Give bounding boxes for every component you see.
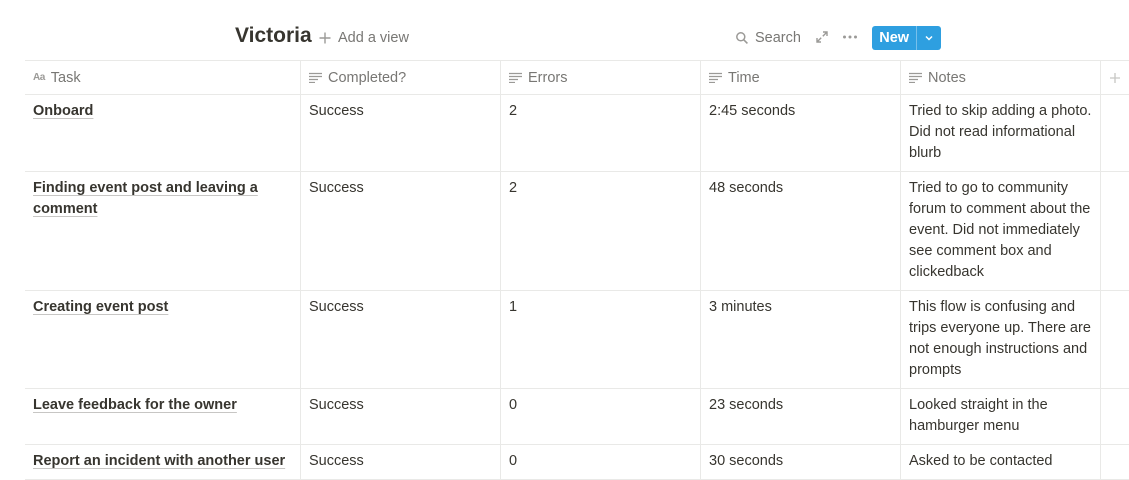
expand-icon[interactable] — [815, 30, 829, 44]
search-icon — [736, 32, 748, 44]
completed-cell[interactable]: Success — [301, 172, 501, 290]
completed-cell[interactable]: Success — [301, 445, 501, 479]
table-row: Report an incident with another user Suc… — [25, 445, 1129, 480]
notes-cell[interactable]: Tried to skip adding a photo. Did not re… — [901, 95, 1101, 171]
time-cell[interactable]: 23 seconds — [701, 389, 901, 444]
table-row: Onboard Success 2 2:45 seconds Tried to … — [25, 95, 1129, 172]
empty-cell — [1101, 389, 1129, 444]
plus-icon — [1110, 72, 1120, 83]
new-button[interactable]: New — [872, 26, 916, 50]
column-header-time[interactable]: Time — [701, 61, 901, 94]
errors-cell[interactable]: 2 — [501, 95, 701, 171]
column-header-errors[interactable]: Errors — [501, 61, 701, 94]
table-row: Finding event post and leaving a comment… — [25, 172, 1129, 291]
text-lines-icon — [509, 72, 522, 83]
notes-cell[interactable]: Looked straight in the hamburger menu — [901, 389, 1101, 444]
errors-cell[interactable]: 1 — [501, 291, 701, 388]
column-header-label: Task — [50, 69, 81, 86]
more-options-icon[interactable] — [842, 30, 858, 44]
page-title: Victoria — [235, 24, 312, 47]
column-header-label: Completed? — [328, 69, 407, 86]
task-cell[interactable]: Finding event post and leaving a comment — [25, 172, 301, 290]
column-header-label: Notes — [928, 69, 966, 86]
empty-cell — [1101, 172, 1129, 290]
empty-cell — [1101, 95, 1129, 171]
time-cell[interactable]: 30 seconds — [701, 445, 901, 479]
search-label: Search — [755, 30, 801, 46]
time-cell[interactable]: 48 seconds — [701, 172, 901, 290]
new-dropdown-button[interactable] — [916, 26, 941, 50]
time-cell[interactable]: 2:45 seconds — [701, 95, 901, 171]
task-link[interactable]: Creating event post — [33, 299, 168, 315]
errors-cell[interactable]: 0 — [501, 445, 701, 479]
search-button[interactable]: Search — [735, 29, 801, 47]
add-column-button[interactable] — [1101, 61, 1129, 94]
text-lines-icon — [309, 72, 322, 83]
empty-cell — [1101, 445, 1129, 479]
chevron-down-icon — [925, 35, 933, 41]
notes-cell[interactable]: Asked to be contacted — [901, 445, 1101, 479]
plus-icon — [319, 32, 331, 44]
task-cell[interactable]: Creating event post — [25, 291, 301, 388]
table-row: Leave feedback for the owner Success 0 2… — [25, 389, 1129, 445]
empty-cell — [1101, 291, 1129, 388]
notes-cell[interactable]: This flow is confusing and trips everyon… — [901, 291, 1101, 388]
table-row: Creating event post Success 1 3 minutes … — [25, 291, 1129, 389]
task-cell[interactable]: Leave feedback for the owner — [25, 389, 301, 444]
table-header-row: Aa Task Completed? Errors Time Notes — [25, 60, 1129, 95]
errors-cell[interactable]: 0 — [501, 389, 701, 444]
completed-cell[interactable]: Success — [301, 389, 501, 444]
completed-cell[interactable]: Success — [301, 95, 501, 171]
database-table: Aa Task Completed? Errors Time Notes Onb… — [25, 60, 1129, 480]
column-header-task[interactable]: Aa Task — [25, 61, 301, 94]
time-cell[interactable]: 3 minutes — [701, 291, 901, 388]
text-lines-icon — [709, 72, 722, 83]
task-link[interactable]: Report an incident with another user — [33, 453, 285, 469]
task-link[interactable]: Onboard — [33, 103, 93, 119]
column-header-label: Errors — [528, 69, 568, 86]
title-aa-icon: Aa — [33, 72, 45, 83]
task-link[interactable]: Leave feedback for the owner — [33, 397, 237, 413]
completed-cell[interactable]: Success — [301, 291, 501, 388]
notes-cell[interactable]: Tried to go to community forum to commen… — [901, 172, 1101, 290]
task-cell[interactable]: Report an incident with another user — [25, 445, 301, 479]
column-header-completed[interactable]: Completed? — [301, 61, 501, 94]
errors-cell[interactable]: 2 — [501, 172, 701, 290]
text-lines-icon — [909, 72, 922, 83]
column-header-notes[interactable]: Notes — [901, 61, 1101, 94]
task-link[interactable]: Finding event post and leaving a comment — [33, 180, 258, 217]
add-view-button[interactable]: Add a view — [318, 29, 409, 47]
column-header-label: Time — [728, 69, 760, 86]
add-view-label: Add a view — [338, 30, 409, 46]
task-cell[interactable]: Onboard — [25, 95, 301, 171]
new-button-group: New — [872, 26, 941, 50]
